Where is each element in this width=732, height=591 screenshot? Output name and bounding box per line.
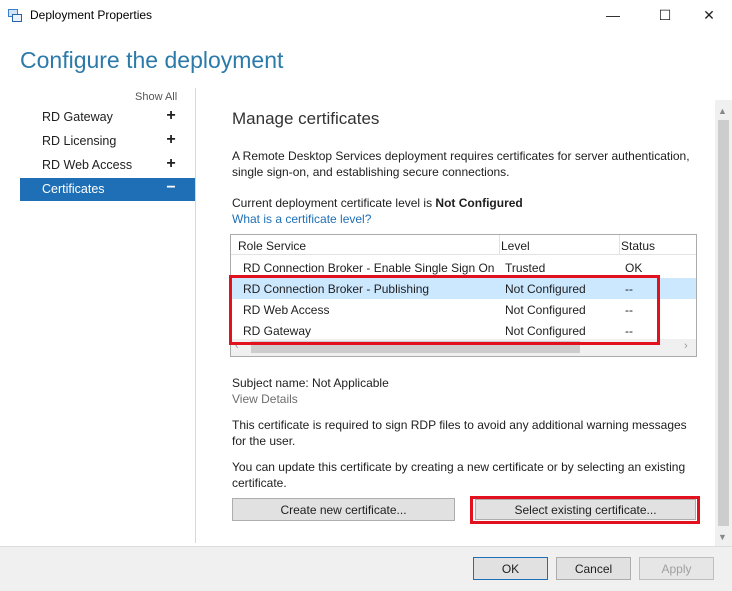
certificate-level-value: Not Configured [435, 196, 523, 210]
level-cell: Trusted [505, 261, 546, 275]
scroll-up-icon[interactable]: ▲ [718, 106, 727, 116]
status-cell: -- [625, 282, 633, 296]
certificates-table: Role Service Level Status RD Connection … [230, 234, 697, 357]
create-new-certificate-button[interactable]: Create new certificate... [232, 498, 455, 521]
nav-item-label: Certificates [42, 182, 105, 196]
nav-item-certificates[interactable]: Certificates − [20, 178, 195, 201]
minimize-button[interactable]: — [590, 0, 636, 30]
server-manager-icon [8, 9, 22, 22]
role-service-cell: RD Gateway [243, 324, 312, 338]
expand-icon: + [166, 107, 176, 124]
nav-divider [195, 88, 196, 543]
nav-item-label: RD Gateway [42, 110, 113, 124]
table-row[interactable]: RD Web Access Not Configured -- [231, 299, 696, 320]
column-divider [619, 235, 620, 255]
certificate-level-text: Current deployment certificate level is … [232, 195, 523, 211]
column-header-level[interactable]: Level [501, 239, 530, 253]
nav-item-label: RD Licensing [42, 134, 117, 148]
level-cell: Not Configured [505, 303, 586, 317]
apply-button[interactable]: Apply [639, 557, 714, 580]
nav-item-rd-licensing[interactable]: RD Licensing + [20, 130, 195, 153]
scroll-right-icon[interactable]: › [684, 340, 688, 352]
intro-text-line-1: A Remote Desktop Services deployment req… [232, 149, 690, 163]
scrollbar-thumb[interactable] [251, 341, 580, 353]
table-horizontal-scrollbar[interactable]: ‹ › [231, 339, 696, 356]
minimize-icon: — [606, 7, 620, 23]
table-row-selected[interactable]: RD Connection Broker - Publishing Not Co… [231, 278, 696, 299]
show-all-link[interactable]: Show All [135, 91, 177, 103]
update-note-line-2: certificate. [232, 476, 287, 490]
maximize-icon: ☐ [658, 6, 672, 23]
close-icon: ✕ [703, 6, 715, 23]
status-cell: -- [625, 324, 633, 338]
nav-item-rd-gateway[interactable]: RD Gateway + [20, 106, 195, 129]
certificate-level-prefix: Current deployment certificate level is [232, 196, 436, 210]
subject-name-text: Subject name: Not Applicable [232, 376, 389, 390]
close-button[interactable]: ✕ [686, 0, 732, 30]
signing-note-line-2: for the user. [232, 434, 296, 448]
ok-button[interactable]: OK [473, 557, 548, 580]
level-cell: Not Configured [505, 282, 586, 296]
update-note-line-1: You can update this certificate by creat… [232, 460, 686, 474]
maximize-button[interactable]: ☐ [642, 0, 688, 30]
signing-note-line-1: This certificate is required to sign RDP… [232, 418, 687, 432]
role-service-cell: RD Connection Broker - Publishing [243, 282, 430, 296]
page-title: Configure the deployment [20, 47, 284, 73]
table-row[interactable]: RD Connection Broker - Enable Single Sig… [231, 257, 696, 278]
expand-icon: + [166, 155, 176, 172]
scrollbar-thumb[interactable] [718, 120, 729, 526]
view-details-link[interactable]: View Details [232, 391, 298, 407]
certificate-level-link[interactable]: What is a certificate level? [232, 211, 371, 227]
nav-item-rd-web-access[interactable]: RD Web Access + [20, 154, 195, 177]
column-header-role-service[interactable]: Role Service [238, 239, 306, 253]
status-cell: -- [625, 303, 633, 317]
title-bar: Deployment Properties — ☐ ✕ [0, 0, 732, 30]
column-header-status[interactable]: Status [621, 239, 655, 253]
role-service-cell: RD Web Access [243, 303, 330, 317]
window-title: Deployment Properties [30, 8, 153, 22]
status-cell: OK [625, 261, 643, 275]
cancel-button[interactable]: Cancel [556, 557, 631, 580]
role-service-cell: RD Connection Broker - Enable Single Sig… [243, 261, 495, 275]
expand-icon: + [166, 131, 176, 148]
scroll-down-icon[interactable]: ▼ [718, 532, 727, 542]
section-title: Manage certificates [232, 109, 380, 128]
nav-item-label: RD Web Access [42, 158, 133, 172]
table-row[interactable]: RD Gateway Not Configured -- [231, 320, 696, 341]
collapse-icon: − [166, 179, 176, 196]
scroll-left-icon[interactable]: ‹ [235, 340, 239, 352]
vertical-scrollbar[interactable]: ▲ ▼ [715, 100, 732, 546]
column-divider [499, 235, 500, 255]
select-existing-certificate-button[interactable]: Select existing certificate... [475, 499, 696, 520]
level-cell: Not Configured [505, 324, 586, 338]
table-header: Role Service Level Status [231, 235, 696, 255]
intro-text-line-2: single sign-on, and establishing secure … [232, 165, 510, 179]
